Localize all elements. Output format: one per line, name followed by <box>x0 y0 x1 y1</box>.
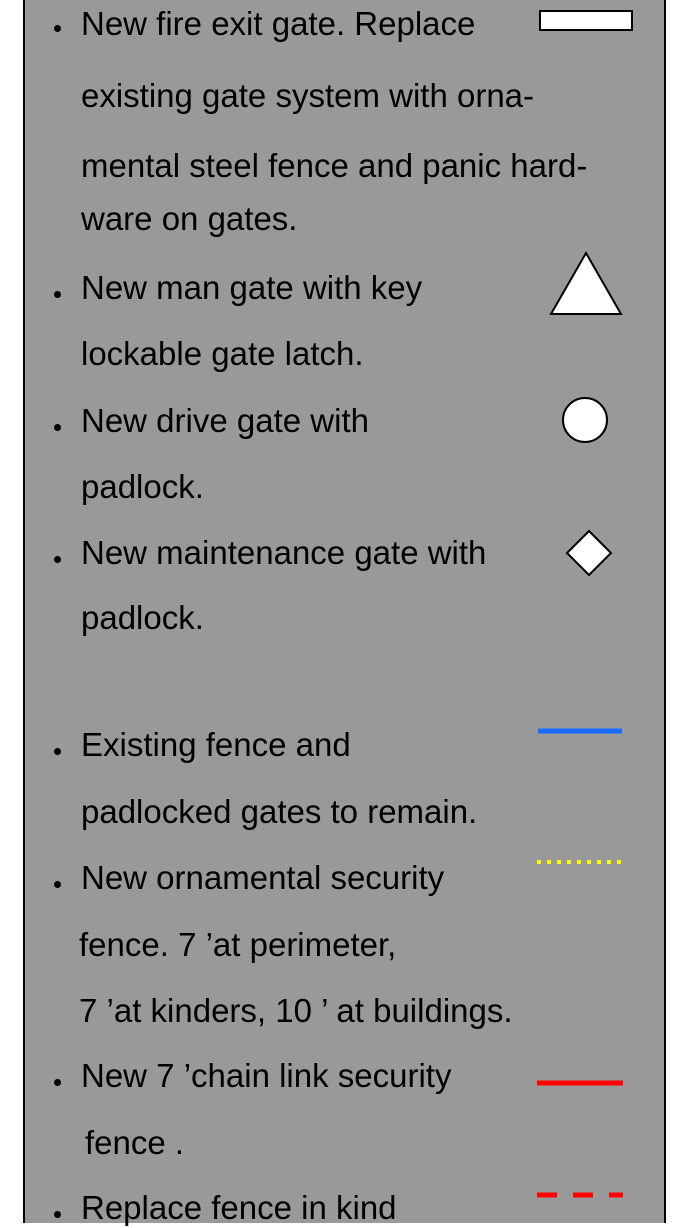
yellow-dotted-line-icon <box>537 860 623 864</box>
legend-panel: New fire exit gate. Replace existing gat… <box>23 0 666 1226</box>
bullet <box>54 291 61 298</box>
legend-text: fence. 7 ’at perimeter, <box>79 926 397 963</box>
legend-text: New man gate with key <box>81 269 423 306</box>
red-dashed-line-icon <box>537 1192 623 1198</box>
bullet <box>54 881 61 888</box>
legend-text: padlock. <box>81 599 204 636</box>
bullet <box>54 424 61 431</box>
legend-text: New maintenance gate with <box>81 534 487 571</box>
legend-text: 7 ’at kinders, 10 ’ at buildings. <box>79 992 513 1029</box>
white-triangle-icon <box>549 251 623 315</box>
white-diamond-icon <box>565 529 613 577</box>
bullet <box>54 748 61 755</box>
legend-text: New 7 ’chain link security <box>81 1057 452 1094</box>
legend-text: Replace fence in kind <box>81 1189 397 1226</box>
white-circle-icon <box>562 397 608 443</box>
bullet <box>54 1079 61 1086</box>
bullet <box>54 556 61 563</box>
legend-text: existing gate system with orna- <box>81 77 535 114</box>
white-rectangle-icon <box>539 10 633 31</box>
legend-text: New drive gate with <box>81 402 369 439</box>
legend-text: mental steel fence and panic hard- <box>81 147 588 184</box>
legend-text: fence . <box>85 1124 185 1161</box>
legend-text: ware on gates. <box>81 200 298 237</box>
legend-text: New ornamental security <box>81 859 445 896</box>
legend-text: lockable gate latch. <box>81 335 364 372</box>
legend-text: padlocked gates to remain. <box>81 793 478 830</box>
legend-text: New fire exit gate. Replace <box>81 5 476 42</box>
legend-text: Existing fence and <box>81 726 351 763</box>
red-solid-line-icon <box>537 1080 623 1086</box>
legend-text: padlock. <box>81 468 204 505</box>
blue-solid-line-icon <box>538 728 622 734</box>
bullet <box>54 25 61 32</box>
